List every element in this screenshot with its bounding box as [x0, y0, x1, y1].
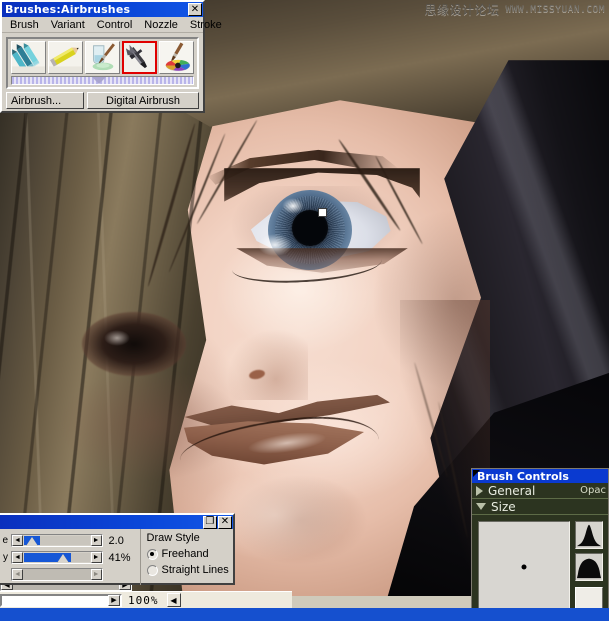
- opacity-slider-track[interactable]: ◄ ►: [11, 551, 103, 564]
- slider-increase-icon[interactable]: ►: [90, 552, 102, 563]
- status-bar: ▶ 100% ◀: [0, 591, 292, 608]
- close-icon[interactable]: ✕: [188, 3, 202, 16]
- painter-application-window: 思缘设计论坛 WWW.MISSYUAN.COM Brushes:Airbrush…: [0, 0, 609, 621]
- colored-pencils-icon: [12, 42, 45, 73]
- brush-cursor: [318, 208, 327, 217]
- color-wheel-brush-icon: [160, 42, 193, 73]
- artwork-eye-highlight: [282, 198, 304, 214]
- size-preview[interactable]: [478, 521, 570, 613]
- brush-profile-flat-tip[interactable]: [575, 521, 603, 549]
- opacity-slider-row[interactable]: y ◄ ► 41%: [0, 550, 138, 565]
- draw-style-option-straight-lines[interactable]: Straight Lines: [146, 562, 233, 578]
- brush-category-button[interactable]: Airbrush...: [6, 92, 84, 109]
- tool-palette-body: e ◄ ► 2.0 y ◄ ► 41% ◄ ► Draw Style Freeh…: [0, 529, 233, 585]
- opacity-slider-value: 41%: [108, 551, 131, 564]
- brush-category-pencil[interactable]: [48, 41, 83, 74]
- draw-style-title: Draw Style: [146, 532, 200, 544]
- brush-category-icon-row[interactable]: [8, 39, 197, 74]
- artwork-eye-glint: [258, 234, 292, 256]
- chevron-right-icon: [476, 485, 483, 496]
- slider-increase-icon[interactable]: ►: [90, 535, 102, 546]
- brushes-menubar[interactable]: Brush Variant Control Nozzle Stroke: [2, 17, 222, 33]
- brushes-palette[interactable]: Brushes:Airbrushes ✕ Brush Variant Contr…: [0, 0, 222, 113]
- application-bottom-bar: [0, 608, 609, 621]
- brush-property-palette[interactable]: ❐ ✕ e ◄ ► 2.0 y ◄ ► 41% ◄ ► Draw Style F…: [0, 513, 235, 585]
- menu-item-nozzle[interactable]: Nozzle: [138, 18, 184, 32]
- draw-style-option-freehand[interactable]: Freehand: [146, 546, 233, 562]
- brushes-palette-titlebar[interactable]: Brushes:Airbrushes ✕: [2, 2, 203, 17]
- menu-item-brush[interactable]: Brush: [4, 18, 45, 32]
- slider-decrease-icon[interactable]: ◄: [12, 552, 23, 563]
- draw-style-straight-lines-label: Straight Lines: [161, 564, 229, 576]
- artwork-second-eye: [82, 312, 186, 376]
- brush-category-strip[interactable]: [6, 37, 199, 89]
- restore-icon[interactable]: ❐: [203, 515, 217, 529]
- brush-controls-section-size[interactable]: Size: [472, 499, 608, 515]
- zoom-level-value: 100%: [128, 593, 159, 607]
- brush-strip-scrollbar[interactable]: [11, 76, 194, 85]
- radio-selected-icon[interactable]: [146, 548, 158, 560]
- brushes-palette-title: Brushes:Airbrushes: [5, 3, 131, 16]
- brush-category-airbrush[interactable]: [122, 41, 157, 74]
- menu-item-control[interactable]: Control: [91, 18, 138, 32]
- menu-item-variant[interactable]: Variant: [45, 18, 91, 32]
- slider-column: e ◄ ► 2.0 y ◄ ► 41% ◄ ►: [0, 529, 140, 585]
- slider-decrease-icon: ◄: [12, 569, 23, 580]
- chevron-down-icon: [476, 503, 486, 510]
- slider-increase-icon: ►: [90, 569, 102, 580]
- slider-decrease-icon[interactable]: ◄: [12, 535, 23, 546]
- size-slider-track[interactable]: ◄ ►: [11, 534, 103, 547]
- brush-category-color-wheel-brush[interactable]: [159, 41, 194, 74]
- size-slider-knob[interactable]: [26, 537, 38, 546]
- section-general-aux-label: Opac: [580, 485, 606, 496]
- tool-palette-titlebar[interactable]: ❐ ✕: [0, 515, 233, 529]
- opacity-slider-label: y: [3, 552, 8, 563]
- brush-controls-section-general[interactable]: General Opac: [472, 483, 608, 499]
- water-glass-brush-icon: [86, 42, 119, 73]
- artwork-second-eye-highlight: [104, 330, 130, 346]
- artwork-nose-shadow: [228, 330, 308, 400]
- brush-controls-panel[interactable]: Brush Controls General Opac Size: [471, 468, 609, 621]
- brush-profile-round-tip[interactable]: [575, 553, 603, 581]
- brush-size-dot: [521, 564, 527, 570]
- brush-category-colored-pencils[interactable]: [11, 41, 46, 74]
- brush-category-water-glass[interactable]: [85, 41, 120, 74]
- grain-slider-track: ◄ ►: [11, 568, 103, 581]
- scroll-right-icon[interactable]: ▶: [108, 594, 120, 606]
- brush-selection-buttons[interactable]: Airbrush... Digital Airbrush: [2, 89, 203, 109]
- chevron-down-icon[interactable]: [91, 77, 106, 84]
- brush-profile-column[interactable]: [575, 521, 603, 613]
- status-nav-button[interactable]: ◀: [166, 593, 181, 607]
- opacity-slider-knob[interactable]: [57, 554, 69, 563]
- status-scroll-widget[interactable]: ▶: [0, 593, 122, 607]
- section-general-label: General: [488, 483, 536, 498]
- size-slider-label: e: [2, 535, 8, 546]
- size-slider-row[interactable]: e ◄ ► 2.0: [0, 533, 138, 548]
- radio-unselected-icon[interactable]: [146, 564, 158, 576]
- tool-palette-titlebar-buttons: ❐ ✕: [203, 515, 233, 529]
- size-section-body: [472, 515, 608, 613]
- draw-style-group: Draw Style Freehand Straight Lines: [139, 529, 233, 585]
- section-size-label: Size: [491, 499, 516, 514]
- airbrush-icon: [124, 43, 155, 72]
- close-icon[interactable]: ✕: [218, 515, 232, 529]
- grain-slider-row: ◄ ►: [0, 567, 138, 582]
- brush-variant-button[interactable]: Digital Airbrush: [87, 92, 199, 109]
- menu-item-stroke[interactable]: Stroke: [184, 18, 228, 32]
- pencil-icon: [49, 42, 82, 73]
- brush-controls-title[interactable]: Brush Controls: [472, 469, 608, 483]
- size-slider-value: 2.0: [108, 534, 124, 547]
- slider-groove: [24, 570, 90, 579]
- brushes-palette-titlebar-buttons: ✕: [188, 3, 203, 16]
- draw-style-freehand-label: Freehand: [161, 548, 209, 560]
